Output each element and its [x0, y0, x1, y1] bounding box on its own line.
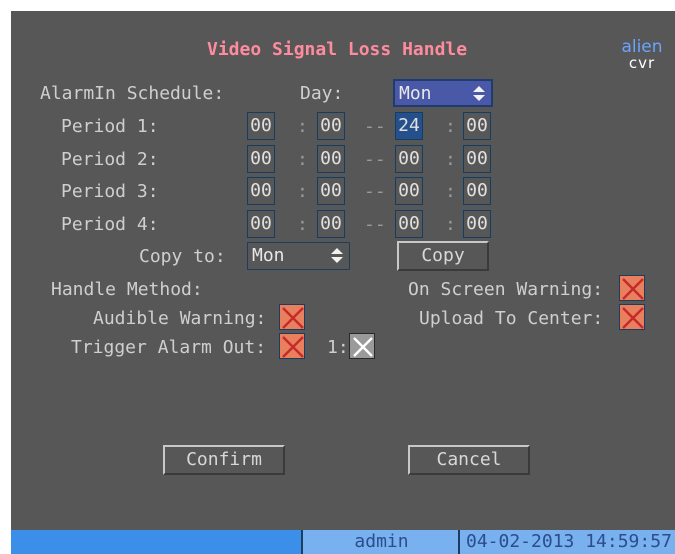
handle-method-label: Handle Method:: [51, 279, 203, 300]
trigger-alarm-out-checkbox[interactable]: [279, 333, 305, 359]
time-separator: :: [297, 116, 308, 137]
copy-to-select[interactable]: Mon: [247, 242, 350, 270]
period-label: Period 2:: [61, 149, 159, 170]
period-1-start-minute[interactable]: 00: [317, 112, 345, 140]
period-4-start-minute[interactable]: 00: [317, 210, 345, 238]
copy-button[interactable]: Copy: [397, 241, 489, 271]
brand-logo: alien cvr: [619, 39, 665, 72]
period-2-end-minute[interactable]: 00: [463, 145, 491, 173]
period-2-start-hour[interactable]: 00: [247, 145, 275, 173]
period-label: Period 1:: [61, 116, 159, 137]
checked-x-icon: [622, 278, 644, 300]
range-dash: --: [364, 116, 386, 137]
period-2-end-hour[interactable]: 00: [395, 145, 423, 173]
period-3-end-minute[interactable]: 00: [463, 177, 491, 205]
period-4-start-hour[interactable]: 00: [247, 210, 275, 238]
dvr-screen: Video Signal Loss Handle alien cvr Alarm…: [11, 11, 675, 554]
alarmin-schedule-label: AlarmIn Schedule:: [40, 83, 225, 104]
audible-warning-checkbox[interactable]: [279, 304, 305, 330]
period-2-start-minute[interactable]: 00: [317, 145, 345, 173]
time-separator: :: [297, 181, 308, 202]
checked-x-icon: [353, 337, 373, 357]
period-3-end-hour[interactable]: 00: [395, 177, 423, 205]
time-separator: :: [445, 181, 456, 202]
checked-x-icon: [282, 307, 304, 329]
range-dash: --: [364, 181, 386, 202]
day-select[interactable]: Mon: [393, 79, 493, 107]
alarm-out-1-label: 1:: [327, 337, 349, 358]
time-separator: :: [445, 116, 456, 137]
period-4-end-hour[interactable]: 00: [395, 210, 423, 238]
upload-to-center-checkbox[interactable]: [619, 304, 645, 330]
checked-x-icon: [622, 307, 644, 329]
up-down-arrows-icon: [331, 248, 343, 264]
period-1-start-hour[interactable]: 00: [247, 112, 275, 140]
on-screen-warning-label: On Screen Warning:: [408, 279, 604, 300]
period-1-end-hour[interactable]: 24: [395, 112, 423, 140]
day-select-value: Mon: [399, 83, 432, 104]
day-label: Day:: [300, 83, 344, 104]
status-datetime: 04-02-2013 14:59:57: [458, 530, 675, 554]
time-separator: :: [445, 214, 456, 235]
confirm-button[interactable]: Confirm: [163, 445, 285, 475]
time-separator: :: [297, 214, 308, 235]
copy-to-label: Copy to:: [139, 246, 226, 267]
time-separator: :: [297, 149, 308, 170]
range-dash: --: [364, 214, 386, 235]
period-label: Period 3:: [61, 181, 159, 202]
audible-warning-label: Audible Warning:: [93, 308, 267, 329]
on-screen-warning-checkbox[interactable]: [619, 275, 645, 301]
trigger-alarm-out-label: Trigger Alarm Out:: [71, 337, 267, 358]
time-separator: :: [445, 149, 456, 170]
status-bar: admin 04-02-2013 14:59:57: [11, 530, 675, 554]
copy-to-select-value: Mon: [252, 245, 285, 266]
checked-x-icon: [282, 336, 304, 358]
page-title: Video Signal Loss Handle: [207, 39, 468, 60]
upload-to-center-label: Upload To Center:: [419, 308, 604, 329]
cancel-button[interactable]: Cancel: [408, 445, 530, 475]
period-3-start-minute[interactable]: 00: [317, 177, 345, 205]
period-1-end-minute[interactable]: 00: [463, 112, 491, 140]
alarm-out-1-checkbox[interactable]: [349, 333, 375, 359]
period-3-start-hour[interactable]: 00: [247, 177, 275, 205]
period-label: Period 4:: [61, 214, 159, 235]
status-user: admin: [301, 530, 460, 554]
up-down-arrows-icon: [473, 86, 485, 102]
range-dash: --: [364, 149, 386, 170]
logo-line-2: cvr: [628, 54, 656, 72]
period-4-end-minute[interactable]: 00: [463, 210, 491, 238]
